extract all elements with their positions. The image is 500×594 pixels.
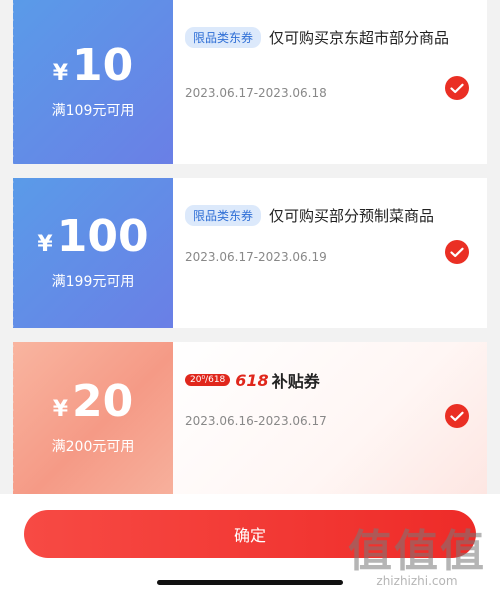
check-icon[interactable] (445, 404, 469, 428)
coupon-amount: 10 (72, 40, 134, 91)
coupon-card[interactable]: ¥ 100 满199元可用 限品类东券 仅可购买部分预制菜商品 2023.06.… (13, 178, 487, 328)
currency-symbol: ¥ (52, 397, 69, 422)
coupon-info: 20⁰/618 618 补贴券 2023.06.16-2023.06.17 (173, 342, 487, 494)
coupon-title: 仅可购买部分预制菜商品 (269, 207, 435, 225)
currency-symbol: ¥ (37, 232, 53, 257)
coupon-tag: 限品类东券 (185, 27, 262, 48)
watermark: 值值值 zhizhizhi.com (348, 526, 486, 589)
coupon-info: 限品类东券 仅可购买京东超市部分商品 2023.06.17-2023.06.18 (173, 0, 487, 164)
coupon-amount: 20 (72, 376, 134, 427)
check-icon[interactable] (445, 76, 469, 100)
coupon-value-panel: ¥ 20 满200元可用 (13, 342, 173, 494)
coupon-date: 2023.06.16-2023.06.17 (185, 414, 327, 428)
coupon-condition: 满200元可用 (51, 439, 135, 455)
currency-symbol: ¥ (52, 61, 69, 86)
coupon-title: 仅可购买京东超市部分商品 (269, 29, 450, 47)
coupon-date: 2023.06.17-2023.06.18 (185, 86, 327, 100)
badge-title: 补贴券 (271, 372, 320, 391)
coupon-info: 限品类东券 仅可购买部分预制菜商品 2023.06.17-2023.06.19 (173, 178, 487, 328)
coupon-amount: 100 (56, 211, 149, 262)
coupon-value-panel: ¥ 10 满109元可用 (13, 0, 173, 164)
subsidy-badge: 20⁰/618 618 补贴券 (185, 368, 467, 392)
watermark-logo: 值值值 (348, 526, 486, 577)
coupon-date: 2023.06.17-2023.06.19 (185, 250, 327, 264)
badge-pill: 20⁰/618 (185, 374, 231, 386)
coupon-condition: 满109元可用 (51, 103, 135, 119)
coupon-value-panel: ¥ 100 满199元可用 (13, 178, 173, 328)
badge-brand: 618 (235, 370, 269, 390)
coupon-card[interactable]: ¥ 20 满200元可用 20⁰/618 618 补贴券 2023.06.16-… (13, 342, 487, 494)
check-icon[interactable] (445, 240, 469, 264)
coupon-condition: 满199元可用 (51, 274, 135, 290)
home-indicator[interactable] (157, 580, 343, 585)
coupon-card[interactable]: ¥ 10 满109元可用 限品类东券 仅可购买京东超市部分商品 2023.06.… (13, 0, 487, 164)
coupon-tag: 限品类东券 (185, 205, 262, 226)
